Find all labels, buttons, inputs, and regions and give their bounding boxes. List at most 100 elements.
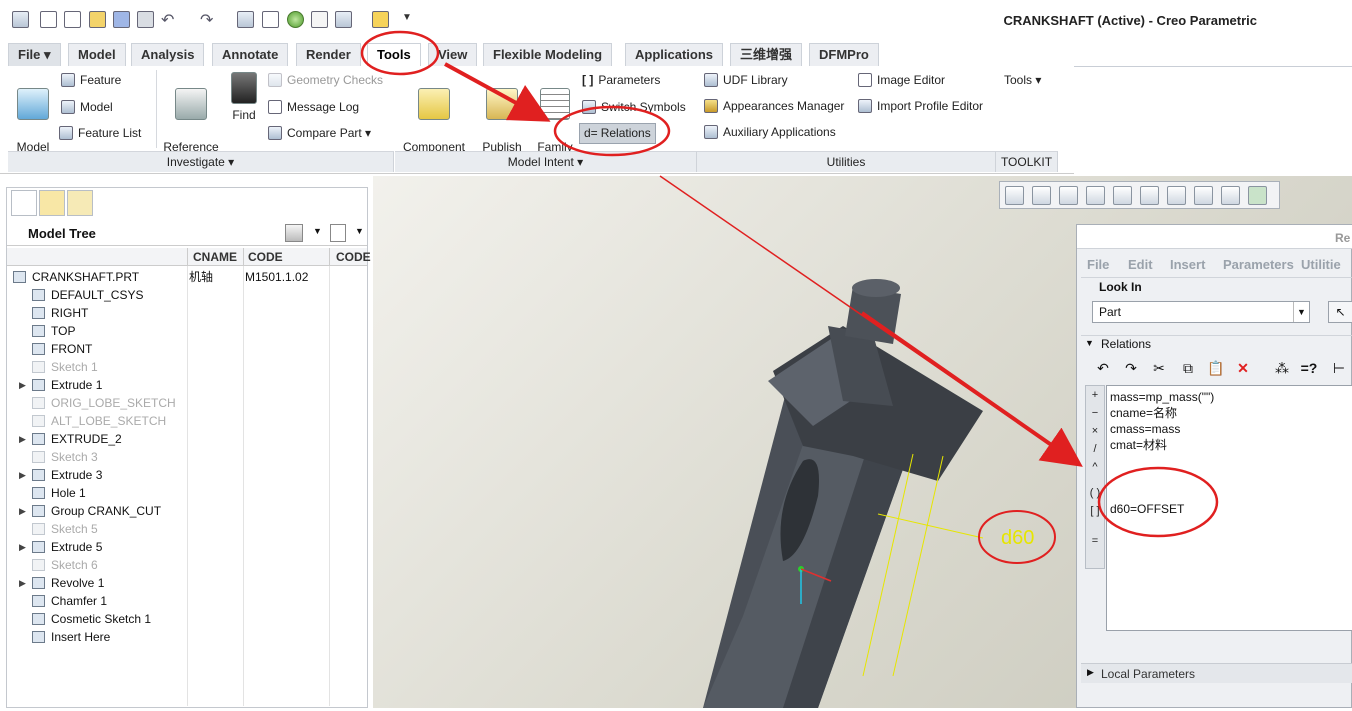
tree-row[interactable]: ▶ Revolve 1 bbox=[7, 574, 367, 592]
new-file-icon[interactable] bbox=[64, 11, 81, 28]
paste-icon[interactable]: 📋 bbox=[1206, 358, 1226, 378]
regenerate-icon[interactable] bbox=[237, 11, 254, 28]
op-multiply[interactable]: × bbox=[1086, 422, 1104, 440]
saved-orientations-icon[interactable] bbox=[1140, 186, 1159, 205]
tree-row[interactable]: Sketch 5 bbox=[7, 520, 367, 538]
datum-display-icon[interactable] bbox=[1194, 186, 1213, 205]
close-window-icon[interactable] bbox=[372, 11, 389, 28]
toolkit-tools-button[interactable]: Tools ▾ bbox=[1004, 73, 1041, 88]
save-icon[interactable] bbox=[137, 11, 154, 28]
auxiliary-applications-button[interactable]: Auxiliary Applications bbox=[704, 125, 836, 140]
image-editor-button[interactable]: Image Editor bbox=[858, 73, 945, 88]
menu-edit[interactable]: Edit bbox=[1128, 257, 1153, 272]
model-tree-tab-icon[interactable] bbox=[11, 190, 37, 216]
column-code-2[interactable]: CODE bbox=[336, 250, 371, 264]
relation-line[interactable] bbox=[1110, 469, 1352, 485]
tree-row[interactable]: RIGHT bbox=[7, 304, 367, 322]
favorites-tab-icon[interactable] bbox=[67, 190, 93, 216]
copy-icon[interactable]: ⧉ bbox=[1178, 358, 1198, 378]
relations-editor[interactable]: mass=mp_mass("") cname=名称 cmass=mass cmat=材… bbox=[1106, 385, 1352, 631]
repaint-icon[interactable] bbox=[1086, 186, 1105, 205]
tab-3d-enhance[interactable]: 三维增强 bbox=[730, 43, 803, 66]
insert-parameter-icon[interactable]: ⁂ bbox=[1272, 358, 1292, 378]
zoom-in-icon[interactable] bbox=[1032, 186, 1051, 205]
geometry-checks-button[interactable]: Geometry Checks bbox=[268, 73, 383, 88]
expand-arrow-icon[interactable]: ▶ bbox=[19, 502, 26, 520]
windows-icon[interactable] bbox=[335, 11, 352, 28]
tree-row[interactable]: DEFAULT_CSYS bbox=[7, 286, 367, 304]
undo-icon[interactable]: ↶ bbox=[161, 10, 174, 30]
relation-line[interactable]: mass=mp_mass("") bbox=[1110, 389, 1352, 405]
redo-icon[interactable]: ↷ bbox=[1121, 358, 1141, 378]
tree-row[interactable]: Insert Here bbox=[7, 628, 367, 646]
parameters-button[interactable]: [ ] Parameters bbox=[582, 73, 660, 88]
spin-center-icon[interactable] bbox=[1248, 186, 1267, 205]
column-code[interactable]: CODE bbox=[248, 250, 283, 264]
relations-button[interactable]: d= Relations bbox=[579, 123, 656, 144]
tree-row[interactable]: ▶ Extrude 1 bbox=[7, 376, 367, 394]
op-power[interactable]: ^ bbox=[1086, 458, 1104, 476]
cut-icon[interactable]: ✂ bbox=[1149, 358, 1169, 378]
op-parens[interactable]: ( ) bbox=[1086, 484, 1104, 502]
show-menu-icon[interactable] bbox=[330, 224, 346, 242]
look-in-select[interactable]: Part ▼ bbox=[1092, 301, 1310, 323]
feature-list-button[interactable]: Feature List bbox=[59, 126, 141, 141]
find-button[interactable]: Find bbox=[226, 72, 262, 123]
view-manager-icon[interactable] bbox=[1167, 186, 1186, 205]
display-style-icon[interactable] bbox=[1113, 186, 1132, 205]
tree-row[interactable]: FRONT bbox=[7, 340, 367, 358]
delete-icon[interactable]: ✕ bbox=[1233, 358, 1253, 378]
tab-file[interactable]: File ▾ bbox=[8, 43, 61, 66]
appearances-manager-button[interactable]: Appearances Manager bbox=[704, 99, 844, 114]
expand-arrow-icon[interactable]: ▶ bbox=[19, 430, 26, 448]
column-cname[interactable]: CNAME bbox=[193, 250, 237, 264]
tree-row[interactable]: ▶ EXTRUDE_2 bbox=[7, 430, 367, 448]
tree-settings-dropdown-icon[interactable]: ▼ bbox=[313, 226, 322, 236]
annotation-display-icon[interactable] bbox=[1221, 186, 1240, 205]
tab-analysis[interactable]: Analysis bbox=[131, 43, 205, 66]
tree-row[interactable]: Sketch 6 bbox=[7, 556, 367, 574]
collapse-relations-icon[interactable]: ▼ bbox=[1085, 338, 1094, 348]
annotation-icon[interactable] bbox=[262, 11, 279, 28]
redo-icon[interactable]: ↷ bbox=[200, 10, 213, 30]
tree-row[interactable]: CRANKSHAFT.PRT 机轴 M1501.1.02 bbox=[7, 268, 367, 286]
tab-tools[interactable]: Tools bbox=[367, 43, 421, 68]
tab-model[interactable]: Model bbox=[68, 43, 126, 66]
tree-row[interactable]: Sketch 3 bbox=[7, 448, 367, 466]
model-button[interactable]: Model bbox=[61, 100, 113, 115]
compare-part-button[interactable]: Compare Part ▾ bbox=[268, 126, 371, 141]
menu-insert[interactable]: Insert bbox=[1170, 257, 1205, 272]
dimension-d60-label[interactable]: d60 bbox=[1001, 527, 1034, 549]
refit-icon[interactable] bbox=[1005, 186, 1024, 205]
op-plus[interactable]: + bbox=[1086, 386, 1104, 404]
message-log-button[interactable]: Message Log bbox=[268, 100, 359, 115]
sort-icon[interactable]: ⊢ bbox=[1329, 358, 1349, 378]
tree-row[interactable]: ALT_LOBE_SKETCH bbox=[7, 412, 367, 430]
tree-row[interactable]: Cosmetic Sketch 1 bbox=[7, 610, 367, 628]
import-profile-editor-button[interactable]: Import Profile Editor bbox=[858, 99, 983, 114]
show-dropdown-icon[interactable]: ▼ bbox=[355, 226, 364, 236]
customize-dropdown-icon[interactable]: ▼ bbox=[402, 12, 412, 23]
tab-render[interactable]: Render bbox=[296, 43, 361, 66]
op-brackets[interactable]: [ ] bbox=[1086, 502, 1104, 520]
tree-row[interactable]: ▶ Extrude 5 bbox=[7, 538, 367, 556]
evaluate-icon[interactable]: =? bbox=[1299, 358, 1319, 378]
relation-line[interactable]: cmass=mass bbox=[1110, 421, 1352, 437]
menu-utilities[interactable]: Utilitie bbox=[1301, 257, 1341, 272]
tree-row[interactable]: ▶ Group CRANK_CUT bbox=[7, 502, 367, 520]
op-minus[interactable]: − bbox=[1086, 404, 1104, 422]
local-parameters-section[interactable]: ▶ Local Parameters bbox=[1081, 663, 1352, 683]
udf-library-button[interactable]: UDF Library bbox=[704, 73, 788, 88]
tab-view[interactable]: View bbox=[428, 43, 478, 66]
tree-row[interactable]: Hole 1 bbox=[7, 484, 367, 502]
zoom-out-icon[interactable] bbox=[1059, 186, 1078, 205]
new-icon[interactable] bbox=[40, 11, 57, 28]
relation-line[interactable] bbox=[1110, 453, 1352, 469]
op-divide[interactable]: / bbox=[1086, 440, 1104, 458]
relation-line[interactable]: d60=OFFSET bbox=[1110, 501, 1352, 517]
relation-line[interactable]: cname=名称 bbox=[1110, 405, 1352, 421]
chevron-down-icon[interactable]: ▼ bbox=[1293, 302, 1309, 322]
menu-file[interactable]: File bbox=[1087, 257, 1109, 272]
investigate-group-footer[interactable]: Investigate ▾ bbox=[8, 151, 394, 172]
relation-line[interactable] bbox=[1110, 485, 1352, 501]
